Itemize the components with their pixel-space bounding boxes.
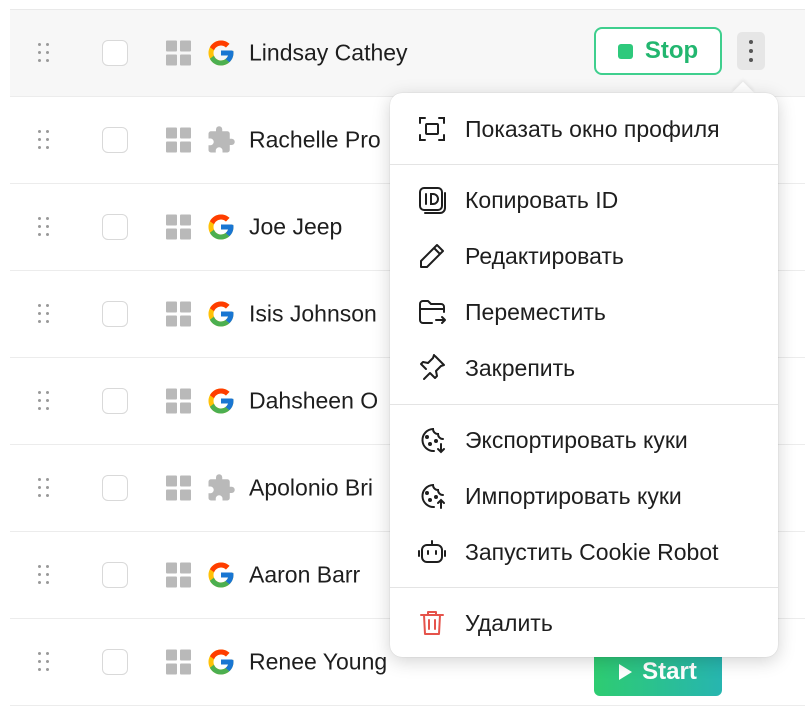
cookie-export-icon bbox=[421, 427, 445, 454]
google-icon bbox=[208, 562, 234, 588]
drag-handle-icon[interactable] bbox=[36, 563, 52, 587]
row-checkbox[interactable] bbox=[102, 562, 128, 588]
profile-name[interactable]: Rachelle Pro bbox=[249, 127, 381, 154]
puzzle-icon bbox=[208, 474, 235, 501]
row-checkbox[interactable] bbox=[102, 649, 128, 675]
menu-item-delete[interactable]: Удалить bbox=[390, 597, 778, 649]
row-checkbox[interactable] bbox=[102, 127, 128, 153]
menu-item-move[interactable]: Переместить bbox=[390, 286, 778, 338]
pin-icon bbox=[420, 354, 445, 380]
menu-divider bbox=[390, 587, 778, 588]
puzzle-icon bbox=[208, 126, 235, 153]
profile-name[interactable]: Apolonio Bri bbox=[249, 475, 373, 502]
menu-item-label: Показать окно профиля bbox=[465, 115, 720, 142]
grid-icon bbox=[166, 475, 191, 501]
menu-item-show-profile[interactable]: Показать окно профиля bbox=[390, 103, 778, 155]
stop-button[interactable]: Stop bbox=[594, 27, 722, 75]
menu-item-label: Экспортировать куки bbox=[465, 426, 688, 453]
grid-icon bbox=[166, 301, 191, 327]
menu-item-cookie-robot[interactable]: Запустить Cookie Robot bbox=[390, 526, 778, 578]
trash-icon bbox=[420, 611, 444, 635]
row-checkbox[interactable] bbox=[102, 214, 128, 240]
menu-item-label: Закрепить bbox=[465, 354, 576, 381]
pencil-icon bbox=[420, 244, 444, 268]
menu-divider bbox=[390, 164, 778, 165]
menu-item-label: Удалить bbox=[465, 609, 553, 636]
grid-icon bbox=[166, 40, 191, 66]
window-frame-icon bbox=[419, 117, 445, 141]
grid-icon bbox=[166, 562, 191, 588]
menu-divider bbox=[390, 404, 778, 405]
menu-item-pin[interactable]: Закрепить bbox=[390, 342, 778, 394]
menu-item-import-cookies[interactable]: Импортировать куки bbox=[390, 470, 778, 522]
google-icon bbox=[208, 214, 234, 240]
drag-handle-icon[interactable] bbox=[36, 41, 52, 65]
stop-button-label: Stop bbox=[644, 37, 699, 64]
play-icon bbox=[619, 664, 633, 680]
row-checkbox[interactable] bbox=[102, 40, 128, 66]
row-checkbox[interactable] bbox=[102, 301, 128, 327]
profile-name[interactable]: Aaron Barr bbox=[249, 562, 360, 589]
profile-name[interactable]: Joe Jeep bbox=[249, 214, 342, 241]
menu-item-copy-id[interactable]: Копировать ID bbox=[390, 174, 778, 226]
drag-handle-icon[interactable] bbox=[36, 389, 52, 413]
robot-icon bbox=[418, 540, 446, 563]
grid-icon bbox=[166, 214, 191, 240]
drag-handle-icon[interactable] bbox=[36, 650, 52, 674]
grid-icon bbox=[166, 649, 191, 675]
profile-name[interactable]: Dahsheen O bbox=[249, 388, 378, 415]
google-icon bbox=[208, 40, 234, 66]
stop-icon bbox=[617, 43, 633, 59]
profile-context-menu: Показать окно профиля Копировать ID Реда… bbox=[390, 93, 778, 657]
menu-item-label: Запустить Cookie Robot bbox=[465, 538, 719, 565]
grid-icon bbox=[166, 388, 191, 414]
google-icon bbox=[208, 649, 234, 675]
drag-handle-icon[interactable] bbox=[36, 476, 52, 500]
google-icon bbox=[208, 301, 234, 327]
drag-handle-icon[interactable] bbox=[36, 215, 52, 239]
google-icon bbox=[208, 388, 234, 414]
more-options-button[interactable] bbox=[737, 32, 765, 70]
menu-item-label: Редактировать bbox=[465, 242, 624, 269]
profile-name[interactable]: Isis Johnson bbox=[249, 301, 377, 328]
row-checkbox[interactable] bbox=[102, 475, 128, 501]
menu-item-label: Переместить bbox=[465, 298, 606, 325]
cookie-import-icon bbox=[421, 483, 445, 509]
grid-icon bbox=[166, 127, 191, 153]
menu-item-edit[interactable]: Редактировать bbox=[390, 230, 778, 282]
menu-item-label: Копировать ID bbox=[465, 186, 619, 213]
start-button-label: Start bbox=[642, 658, 697, 685]
row-checkbox[interactable] bbox=[102, 388, 128, 414]
drag-handle-icon[interactable] bbox=[36, 128, 52, 152]
drag-handle-icon[interactable] bbox=[36, 302, 52, 326]
profile-name[interactable]: Renee Young bbox=[249, 649, 387, 676]
menu-item-label: Импортировать куки bbox=[465, 482, 682, 509]
folder-move-icon bbox=[419, 300, 446, 324]
profile-name[interactable]: Lindsay Cathey bbox=[249, 40, 408, 67]
id-card-icon bbox=[419, 187, 446, 214]
table-row[interactable]: Lindsay Cathey Stop bbox=[10, 10, 805, 97]
menu-item-export-cookies[interactable]: Экспортировать куки bbox=[390, 414, 778, 466]
